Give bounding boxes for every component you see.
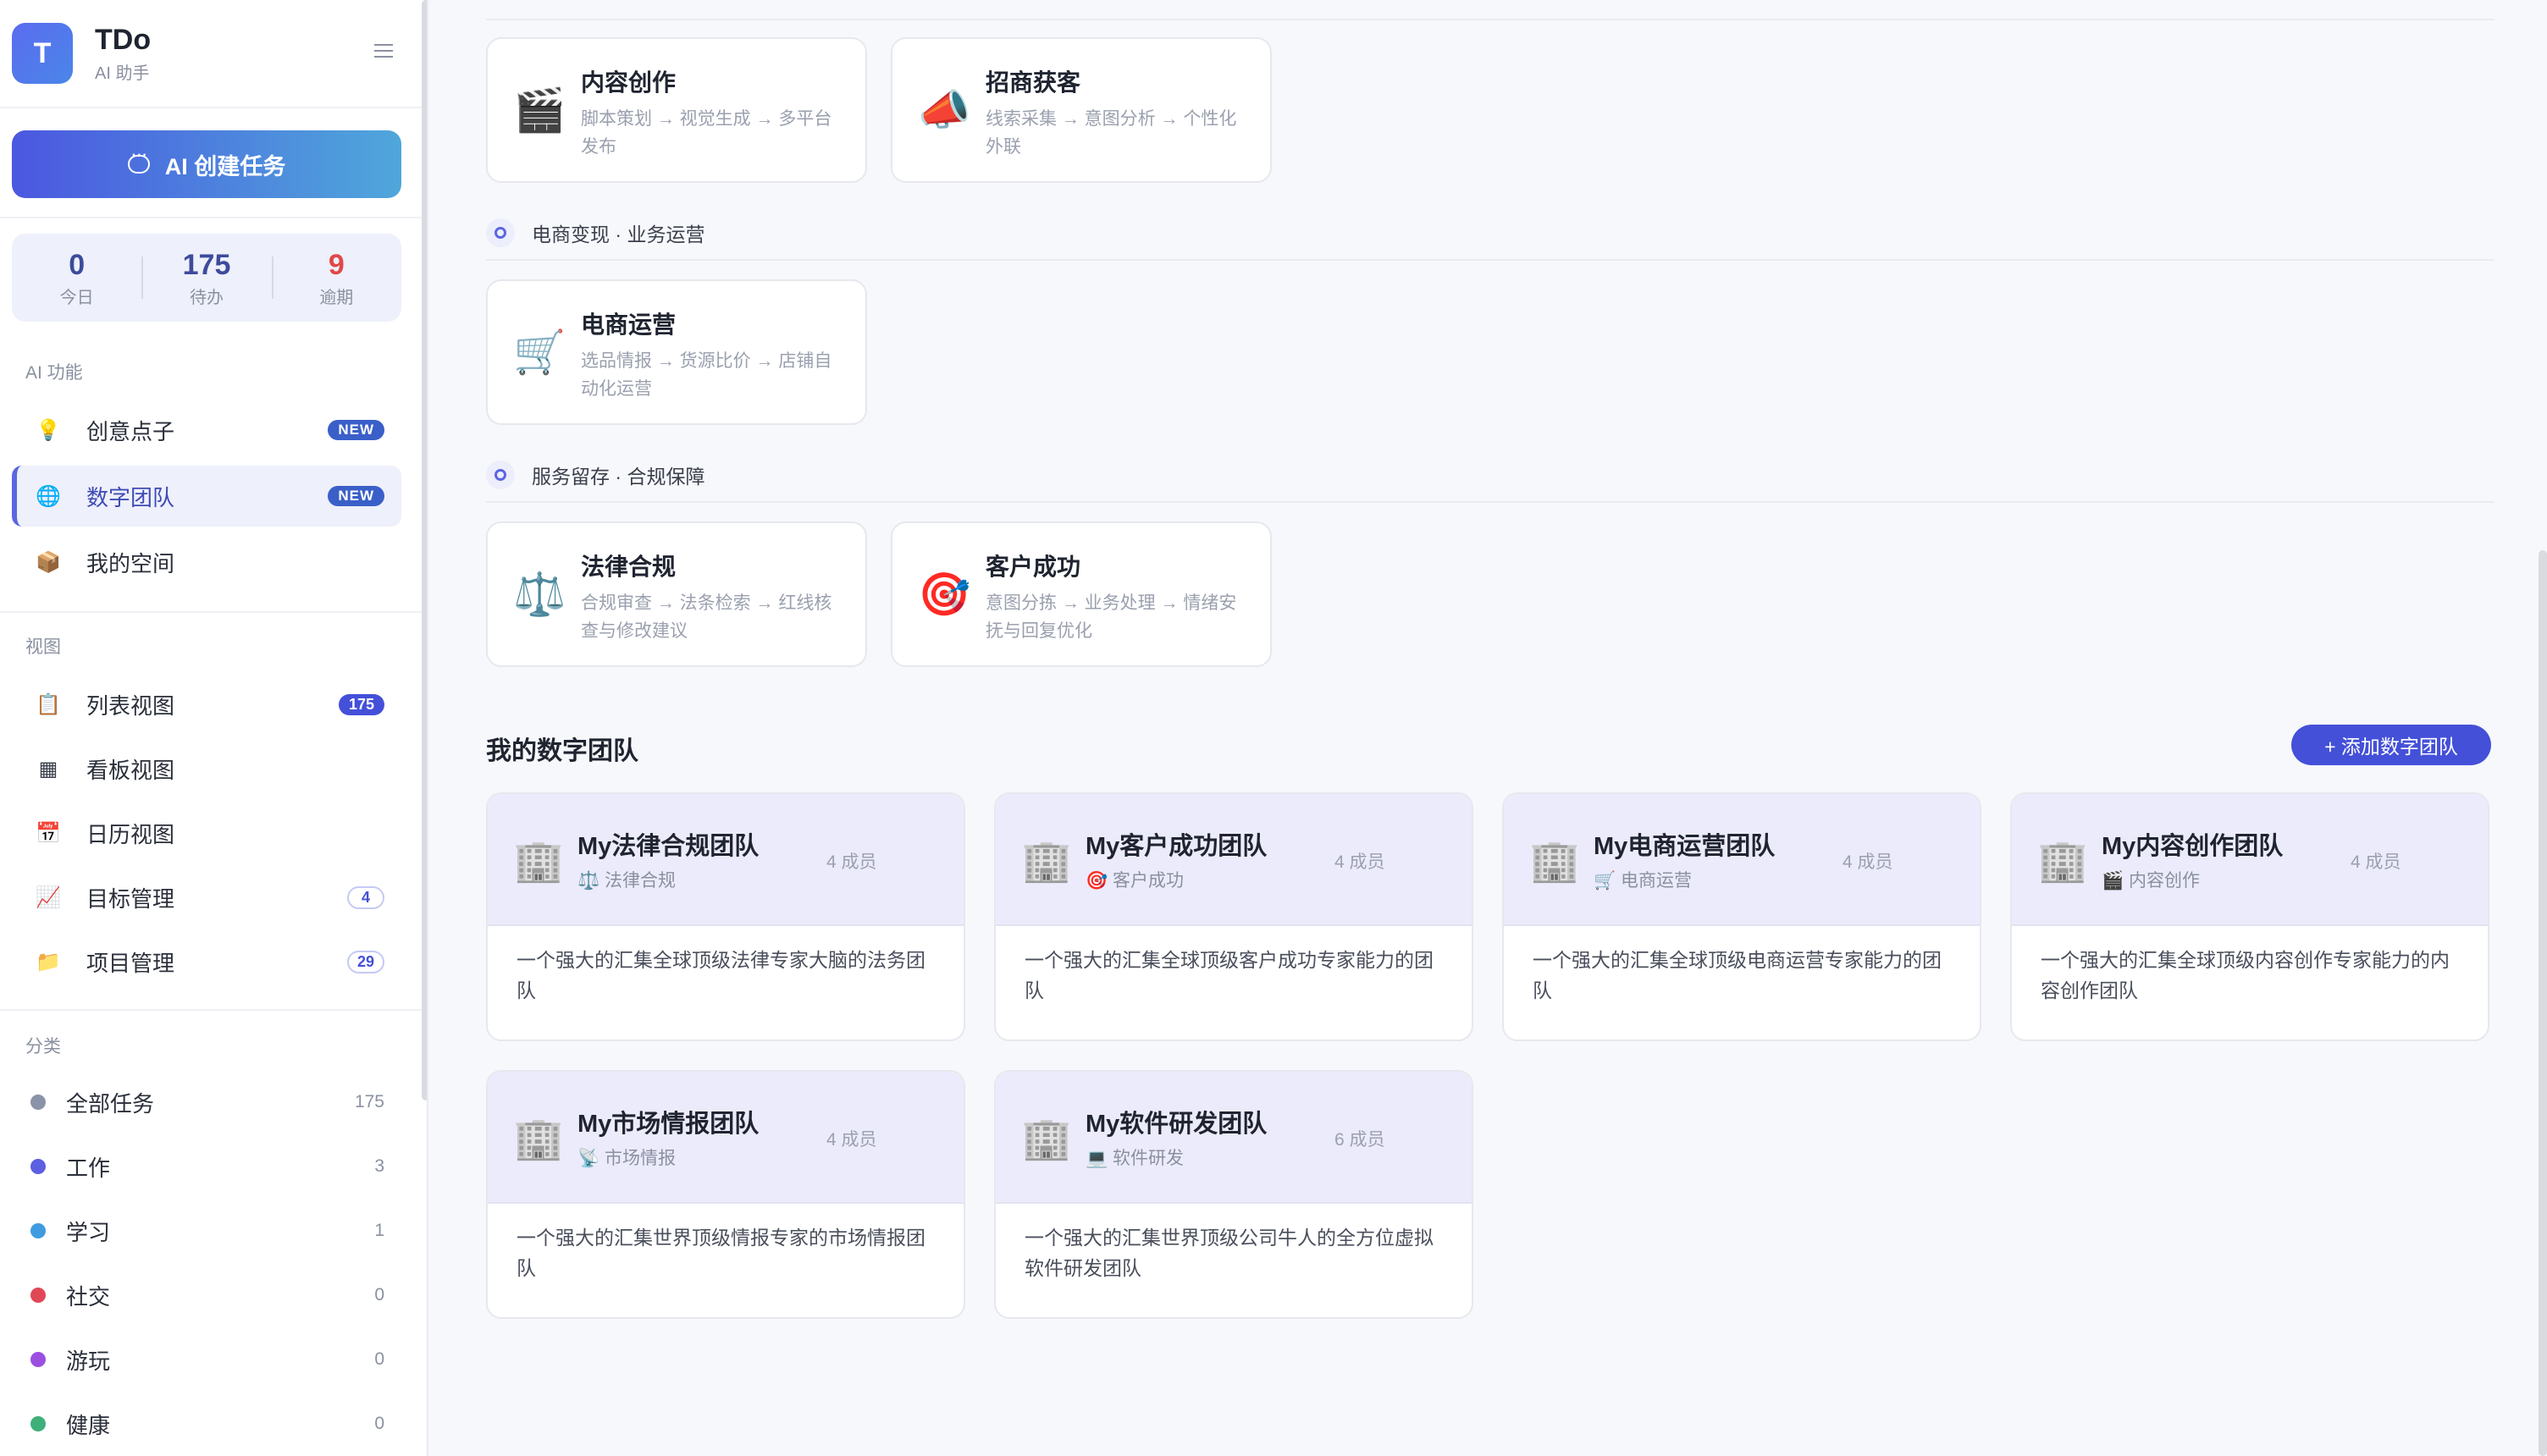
collapse-menu-icon[interactable]: [374, 44, 393, 62]
category-dot: [30, 1288, 46, 1303]
category-health[interactable]: 健康 0: [12, 1393, 401, 1454]
sidebar-item-list-view[interactable]: 📋 列表视图 175: [12, 674, 401, 735]
section-header-service: 服务留存 · 合规保障: [486, 461, 704, 489]
category-dot: [30, 1095, 46, 1110]
stat-today[interactable]: 0 今日: [12, 248, 141, 308]
building-icon: 🏢: [513, 1117, 564, 1161]
box-icon: 📦: [36, 550, 61, 574]
ai-create-task-button[interactable]: AI 创建任务: [12, 130, 401, 198]
category-dot: [30, 1416, 46, 1431]
sidebar-item-my-space[interactable]: 📦 我的空间: [12, 532, 401, 593]
stat-pending[interactable]: 175 待办: [141, 248, 271, 308]
capability-card-lead-gen[interactable]: 📣 招商获客 线索采集 → 意图分析 → 个性化外联: [891, 37, 1272, 183]
count-badge: 175: [338, 693, 384, 715]
stat-overdue[interactable]: 9 逾期: [271, 248, 401, 308]
main-content: 🎬 内容创作 脚本策划 → 视觉生成 → 多平台发布 📣 招商获客 线索采集 →…: [428, 0, 2547, 1456]
chart-icon: 📈: [36, 885, 61, 909]
globe-icon: 🌐: [36, 484, 61, 508]
team-card-customer-success[interactable]: 🏢 My客户成功团队 🎯 客户成功 4 成员 一个强大的汇集全球顶级客户成功专家…: [994, 792, 1473, 1041]
sidebar-item-digital-team[interactable]: 🌐 数字团队 NEW: [12, 466, 401, 527]
team-card-ecommerce[interactable]: 🏢 My电商运营团队 🛒 电商运营 4 成员 一个强大的汇集全球顶级电商运营专家…: [1502, 792, 1981, 1041]
app-name: TDo: [95, 23, 152, 56]
count-badge: 29: [347, 950, 384, 973]
category-work[interactable]: 工作 3: [12, 1136, 401, 1197]
sidebar: T TDo AI 助手 AI 创建任务 0 今日 175 待办 9 逾期: [0, 0, 428, 1456]
dart-target-icon: 🎯: [918, 571, 971, 618]
building-icon: 🏢: [513, 839, 564, 884]
brand-header: T TDo AI 助手: [0, 0, 427, 108]
app-logo: T: [12, 23, 73, 84]
sidebar-item-goals[interactable]: 📈 目标管理 4: [12, 867, 401, 928]
clapperboard-icon: 🎬: [513, 86, 566, 134]
clipboard-icon: 📋: [36, 692, 61, 716]
target-icon: [486, 218, 515, 247]
capability-card-legal[interactable]: ⚖️ 法律合规 合规审查 → 法条检索 → 红线核查与修改建议: [486, 521, 867, 667]
category-study[interactable]: 学习 1: [12, 1200, 401, 1261]
building-icon: 🏢: [1021, 1117, 1072, 1161]
category-play[interactable]: 游玩 0: [12, 1329, 401, 1390]
target-icon: [486, 461, 515, 489]
building-icon: 🏢: [2037, 839, 2088, 884]
shopping-cart-icon: 🛒: [513, 328, 566, 376]
count-badge: 4: [347, 885, 384, 909]
section-label-categories: 分类: [25, 1037, 61, 1056]
category-dot: [30, 1223, 46, 1238]
sidebar-item-ideas[interactable]: 💡 创意点子 NEW: [12, 400, 401, 461]
grid-icon: ▦: [38, 757, 58, 780]
sidebar-item-calendar-view[interactable]: 📅 日历视图: [12, 802, 401, 863]
sidebar-item-kanban-view[interactable]: ▦ 看板视图: [12, 738, 401, 799]
add-team-button[interactable]: + 添加数字团队: [2291, 725, 2491, 765]
building-icon: 🏢: [1529, 839, 1580, 884]
calendar-icon: 📅: [36, 821, 61, 845]
new-badge: NEW: [328, 420, 384, 440]
capability-card-content-creation[interactable]: 🎬 内容创作 脚本策划 → 视觉生成 → 多平台发布: [486, 37, 867, 183]
chat-bubble-icon: [127, 148, 150, 174]
lightbulb-icon: 💡: [36, 418, 61, 442]
capability-card-ecommerce[interactable]: 🛒 电商运营 选品情报 → 货源比价 → 店铺自动化运营: [486, 279, 867, 425]
section-label-views: 视图: [25, 637, 61, 657]
category-dot: [30, 1159, 46, 1174]
category-dot: [30, 1352, 46, 1367]
sidebar-scrollbar[interactable]: [422, 0, 427, 1100]
team-card-market-intel[interactable]: 🏢 My市场情报团队 📡 市场情报 4 成员 一个强大的汇集世界顶级情报专家的市…: [486, 1070, 965, 1319]
scales-icon: ⚖️: [513, 571, 566, 618]
category-social[interactable]: 社交 0: [12, 1265, 401, 1326]
section-header-ecommerce: 电商变现 · 业务运营: [486, 218, 704, 247]
team-card-legal[interactable]: 🏢 My法律合规团队 ⚖️ 法律合规 4 成员 一个强大的汇集全球顶级法律专家大…: [486, 792, 965, 1041]
category-all[interactable]: 全部任务 175: [12, 1072, 401, 1133]
app-subtitle: AI 助手: [95, 63, 150, 83]
my-teams-title: 我的数字团队: [486, 737, 638, 765]
task-stats: 0 今日 175 待办 9 逾期: [12, 234, 401, 322]
section-label-ai: AI 功能: [25, 363, 83, 383]
new-badge: NEW: [328, 486, 384, 506]
building-icon: 🏢: [1021, 839, 1072, 884]
capability-card-customer-success[interactable]: 🎯 客户成功 意图分拣 → 业务处理 → 情绪安抚与回复优化: [891, 521, 1272, 667]
main-scrollbar[interactable]: [2539, 550, 2547, 1456]
megaphone-icon: 📣: [918, 86, 971, 134]
folder-icon: 📁: [36, 950, 61, 973]
team-card-content-creation[interactable]: 🏢 My内容创作团队 🎬 内容创作 4 成员 一个强大的汇集全球顶级内容创作专家…: [2010, 792, 2489, 1041]
team-card-software-dev[interactable]: 🏢 My软件研发团队 💻 软件研发 6 成员 一个强大的汇集世界顶级公司牛人的全…: [994, 1070, 1473, 1319]
sidebar-item-projects[interactable]: 📁 项目管理 29: [12, 931, 401, 992]
ai-create-task-label: AI 创建任务: [164, 153, 286, 179]
